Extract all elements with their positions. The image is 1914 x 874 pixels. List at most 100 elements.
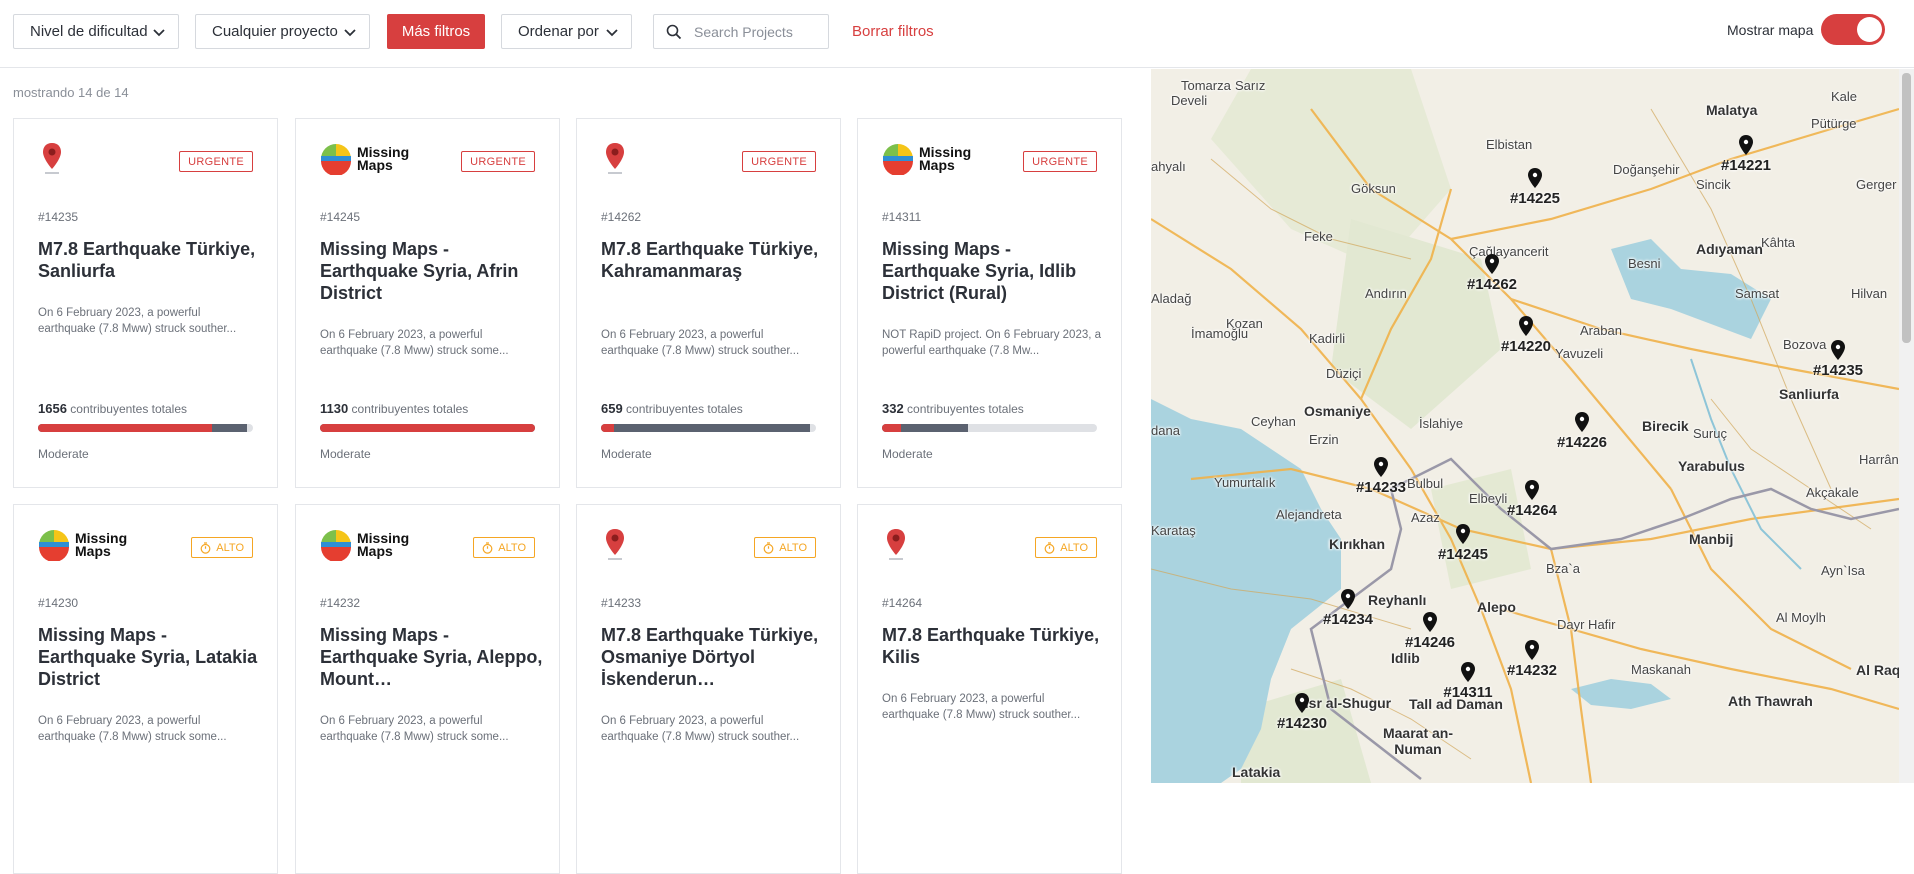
logo-text-line2: Maps [919,157,955,173]
project-card[interactable]: Missing Maps ALTO #14230 Missing Maps - E… [13,504,278,874]
progress-bar [320,424,535,432]
scrollbar-thumb[interactable] [1902,73,1911,343]
project-card[interactable]: ALTO #14233 M7.8 Earthquake Türkiye, Osm… [576,504,841,874]
chevron-down-icon [153,29,165,37]
map-place-label: Al Moylh [1776,610,1826,625]
priority-label: ALTO [216,541,244,554]
project-id: #14245 [320,210,361,224]
clear-filters-link[interactable]: Borrar filtros [852,23,934,40]
map-place-label: Maskanah [1631,662,1691,677]
map-pin-label: #14232 [1506,662,1558,679]
map-marker-icon [1295,693,1309,713]
priority-badge: ALTO [1035,537,1097,558]
project-description: On 6 February 2023, a powerful earthquak… [38,307,237,335]
map-marker-icon [1525,640,1539,660]
sort-dropdown[interactable]: Ordenar por [501,14,632,49]
map-pin-label: #14245 [1437,546,1489,563]
search-box[interactable] [653,14,829,49]
map-marker-icon [1461,662,1475,682]
map-pin[interactable]: #14232 [1502,640,1562,690]
difficulty-label: Moderate [320,447,371,461]
project-description: On 6 February 2023, a powerful earthquak… [601,715,800,743]
map-place-label: dana [1151,423,1180,438]
project-title: M7.8 Earthquake Türkiye, Kilis [882,625,1100,667]
map-place-label: Malatya [1706,102,1758,118]
map-pin[interactable]: #14235 [1808,340,1868,390]
map-place-label: Yumurtalık [1214,475,1276,490]
logo-text-line2: Maps [357,543,393,559]
map-marker-icon [1456,524,1470,544]
contributors-label: contribuyentes totales [626,402,743,416]
map-place-label: Araban [1580,323,1622,338]
map-pin[interactable]: #14225 [1505,168,1565,218]
search-input[interactable] [694,23,824,40]
map-pin[interactable]: #14220 [1496,316,1556,366]
map-place-label: Andırın [1365,286,1407,301]
project-id: #14311 [882,210,922,224]
map-marker-icon [1831,340,1845,360]
timer-icon [482,541,493,554]
map-pin[interactable]: #14311 [1438,662,1498,712]
map-pin[interactable]: #14246 [1400,612,1460,662]
map-place-label: Bza`a [1546,561,1580,576]
map-marker-icon [1485,254,1499,274]
contributors-number: 1656 [38,401,67,416]
project-card[interactable]: Missing Maps URGENTE #14245 Missing Maps -… [295,118,560,488]
map-pin-icon [43,143,61,174]
map-pin-label: #14234 [1322,611,1374,628]
progress-mapped [601,424,614,432]
project-id: #14233 [601,596,642,610]
progress-bar [601,424,816,432]
timer-icon [763,541,774,554]
missing-maps-logo: Missing Maps [882,139,971,179]
map-place-label: Göksun [1351,181,1396,196]
project-card[interactable]: URGENTE #14262 M7.8 Earthquake Türkiye, K… [576,118,841,488]
map-pin[interactable]: #14234 [1318,589,1378,639]
map-pin-logo [601,525,629,565]
project-title: Missing Maps - Earthquake Syria, Latakia… [38,625,258,689]
map-place-label: Pütürge [1811,116,1857,131]
map-place-label: Karataş [1151,523,1196,538]
project-id: #14232 [320,596,361,610]
map-place-label: Kâhta [1761,235,1795,250]
project-dropdown[interactable]: Cualquier proyecto [195,14,370,49]
map-pin[interactable]: #14233 [1351,457,1411,507]
map-place-label: Doğanşehir [1613,162,1680,177]
sort-dropdown-label: Ordenar por [518,23,599,40]
project-card[interactable]: Missing Maps URGENTE #14311 Missing Maps -… [857,118,1122,488]
show-map-toggle[interactable] [1821,14,1885,45]
map-pin[interactable]: #14226 [1552,412,1612,462]
project-card[interactable]: Missing Maps ALTO #14232 Missing Maps - E… [295,504,560,874]
more-filters-button[interactable]: Más filtros [387,14,485,49]
map-pin-label: #14230 [1276,715,1328,732]
project-title: Missing Maps - Earthquake Syria, Afrin D… [320,239,519,303]
map-pin[interactable]: #14230 [1272,693,1332,743]
scrollbar[interactable] [1899,69,1914,783]
project-map[interactable]: Tomarza Sarız Develi Kale Malatya Pütürge ahya… [1151,69,1899,783]
priority-badge: ALTO [473,537,535,558]
map-place-label: Azaz [1411,510,1440,525]
project-card[interactable]: URGENTE #14235 M7.8 Earthquake Türkiye, S… [13,118,278,488]
progress-mapped [38,424,213,432]
map-place-label: Kırıkhan [1329,536,1386,552]
map-pin[interactable]: #14262 [1462,254,1522,304]
map-place-label: Tomarza [1181,78,1231,93]
map-place-label: Develi [1171,93,1208,108]
chevron-down-icon [344,29,356,37]
project-card[interactable]: ALTO #14264 M7.8 Earthquake Türkiye, Kil… [857,504,1122,874]
difficulty-dropdown[interactable]: Nivel de dificultad [13,14,179,49]
map-place-label: Akçakale [1806,485,1859,500]
map-place-label: İslahiye [1419,416,1464,431]
project-id: #14230 [38,596,79,610]
map-place-label: Al Raqa [1856,662,1899,678]
contributors-count: 332 contribuyentes totales [882,401,1024,416]
priority-label: ALTO [1060,541,1088,554]
map-pin[interactable]: #14245 [1433,524,1493,574]
map-pin-icon [606,143,624,174]
map-pin[interactable]: #14264 [1502,480,1562,530]
contributors-count: 1130 contribuyentes totales [320,401,468,416]
project-title: Missing Maps - Earthquake Syria, Aleppo,… [320,625,543,689]
priority-label: ALTO [498,541,526,554]
map-place-label: Hilvan [1851,286,1888,301]
map-pin[interactable]: #14221 [1716,135,1776,185]
